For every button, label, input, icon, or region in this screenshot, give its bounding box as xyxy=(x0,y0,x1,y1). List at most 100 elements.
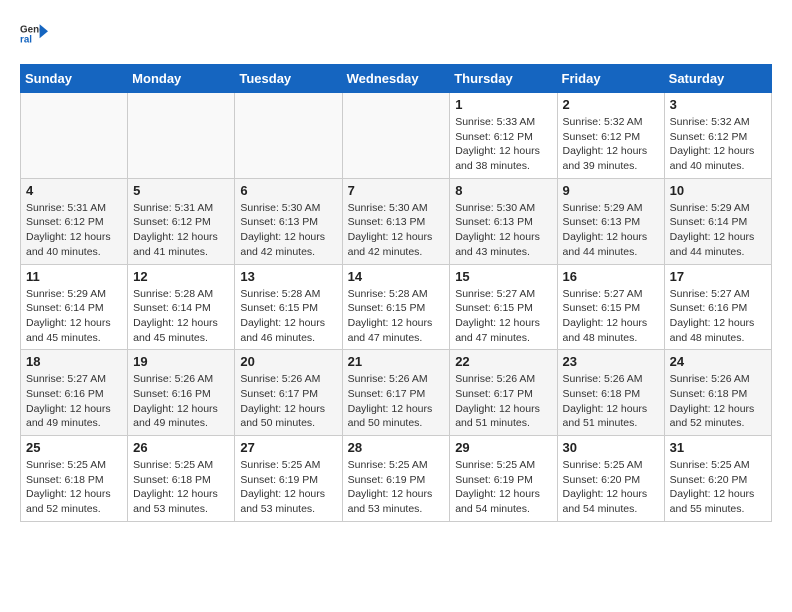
calendar-cell: 13 Sunrise: 5:28 AM Sunset: 6:15 PM Dayli… xyxy=(235,264,342,350)
calendar-cell: 27 Sunrise: 5:25 AM Sunset: 6:19 PM Dayli… xyxy=(235,436,342,522)
day-number: 9 xyxy=(563,183,659,198)
day-info: Sunrise: 5:31 AM Sunset: 6:12 PM Dayligh… xyxy=(26,201,122,260)
logo-icon: General xyxy=(20,20,48,48)
logo: General xyxy=(20,20,52,48)
day-info: Sunrise: 5:25 AM Sunset: 6:18 PM Dayligh… xyxy=(26,458,122,517)
weekday-header-sunday: Sunday xyxy=(21,65,128,93)
day-info: Sunrise: 5:28 AM Sunset: 6:15 PM Dayligh… xyxy=(240,287,336,346)
day-info: Sunrise: 5:26 AM Sunset: 6:17 PM Dayligh… xyxy=(348,372,445,431)
calendar-cell: 12 Sunrise: 5:28 AM Sunset: 6:14 PM Dayli… xyxy=(128,264,235,350)
calendar-cell: 21 Sunrise: 5:26 AM Sunset: 6:17 PM Dayli… xyxy=(342,350,450,436)
day-info: Sunrise: 5:27 AM Sunset: 6:16 PM Dayligh… xyxy=(26,372,122,431)
calendar-week-1: 1 Sunrise: 5:33 AM Sunset: 6:12 PM Daylig… xyxy=(21,93,772,179)
calendar-cell: 11 Sunrise: 5:29 AM Sunset: 6:14 PM Dayli… xyxy=(21,264,128,350)
day-number: 25 xyxy=(26,440,122,455)
day-info: Sunrise: 5:25 AM Sunset: 6:19 PM Dayligh… xyxy=(348,458,445,517)
page-header: General xyxy=(20,20,772,48)
day-info: Sunrise: 5:30 AM Sunset: 6:13 PM Dayligh… xyxy=(240,201,336,260)
calendar-cell: 6 Sunrise: 5:30 AM Sunset: 6:13 PM Daylig… xyxy=(235,178,342,264)
calendar-cell: 2 Sunrise: 5:32 AM Sunset: 6:12 PM Daylig… xyxy=(557,93,664,179)
day-info: Sunrise: 5:29 AM Sunset: 6:14 PM Dayligh… xyxy=(670,201,766,260)
calendar-cell: 4 Sunrise: 5:31 AM Sunset: 6:12 PM Daylig… xyxy=(21,178,128,264)
day-info: Sunrise: 5:25 AM Sunset: 6:20 PM Dayligh… xyxy=(563,458,659,517)
day-number: 27 xyxy=(240,440,336,455)
day-info: Sunrise: 5:26 AM Sunset: 6:16 PM Dayligh… xyxy=(133,372,229,431)
calendar-cell: 25 Sunrise: 5:25 AM Sunset: 6:18 PM Dayli… xyxy=(21,436,128,522)
calendar-cell: 31 Sunrise: 5:25 AM Sunset: 6:20 PM Dayli… xyxy=(664,436,771,522)
day-number: 18 xyxy=(26,354,122,369)
day-number: 11 xyxy=(26,269,122,284)
day-info: Sunrise: 5:25 AM Sunset: 6:19 PM Dayligh… xyxy=(455,458,551,517)
day-info: Sunrise: 5:27 AM Sunset: 6:15 PM Dayligh… xyxy=(455,287,551,346)
calendar-cell: 17Sunrise: 5:27 AM Sunset: 6:16 PM Dayli… xyxy=(664,264,771,350)
day-info: Sunrise: 5:25 AM Sunset: 6:19 PM Dayligh… xyxy=(240,458,336,517)
day-info: Sunrise: 5:26 AM Sunset: 6:17 PM Dayligh… xyxy=(455,372,551,431)
calendar-cell: 3Sunrise: 5:32 AM Sunset: 6:12 PM Daylig… xyxy=(664,93,771,179)
day-number: 23 xyxy=(563,354,659,369)
day-number: 10 xyxy=(670,183,766,198)
calendar-week-5: 25 Sunrise: 5:25 AM Sunset: 6:18 PM Dayli… xyxy=(21,436,772,522)
day-info: Sunrise: 5:33 AM Sunset: 6:12 PM Dayligh… xyxy=(455,115,551,174)
day-info: Sunrise: 5:31 AM Sunset: 6:12 PM Dayligh… xyxy=(133,201,229,260)
weekday-header-friday: Friday xyxy=(557,65,664,93)
day-info: Sunrise: 5:25 AM Sunset: 6:20 PM Dayligh… xyxy=(670,458,766,517)
day-info: Sunrise: 5:28 AM Sunset: 6:15 PM Dayligh… xyxy=(348,287,445,346)
day-number: 5 xyxy=(133,183,229,198)
calendar-cell: 24Sunrise: 5:26 AM Sunset: 6:18 PM Dayli… xyxy=(664,350,771,436)
day-number: 3 xyxy=(670,97,766,112)
calendar-week-3: 11 Sunrise: 5:29 AM Sunset: 6:14 PM Dayli… xyxy=(21,264,772,350)
calendar-cell: 15Sunrise: 5:27 AM Sunset: 6:15 PM Dayli… xyxy=(450,264,557,350)
day-info: Sunrise: 5:29 AM Sunset: 6:14 PM Dayligh… xyxy=(26,287,122,346)
weekday-header-wednesday: Wednesday xyxy=(342,65,450,93)
day-info: Sunrise: 5:25 AM Sunset: 6:18 PM Dayligh… xyxy=(133,458,229,517)
calendar-cell: 19 Sunrise: 5:26 AM Sunset: 6:16 PM Dayli… xyxy=(128,350,235,436)
day-number: 26 xyxy=(133,440,229,455)
calendar-cell: 10 Sunrise: 5:29 AM Sunset: 6:14 PM Dayli… xyxy=(664,178,771,264)
day-number: 21 xyxy=(348,354,445,369)
day-number: 16 xyxy=(563,269,659,284)
day-number: 13 xyxy=(240,269,336,284)
weekday-header-saturday: Saturday xyxy=(664,65,771,93)
day-info: Sunrise: 5:30 AM Sunset: 6:13 PM Dayligh… xyxy=(455,201,551,260)
day-info: Sunrise: 5:26 AM Sunset: 6:18 PM Dayligh… xyxy=(670,372,766,431)
day-number: 31 xyxy=(670,440,766,455)
day-info: Sunrise: 5:26 AM Sunset: 6:18 PM Dayligh… xyxy=(563,372,659,431)
calendar-cell: 14 Sunrise: 5:28 AM Sunset: 6:15 PM Dayli… xyxy=(342,264,450,350)
calendar-cell: 30 Sunrise: 5:25 AM Sunset: 6:20 PM Dayli… xyxy=(557,436,664,522)
day-info: Sunrise: 5:27 AM Sunset: 6:15 PM Dayligh… xyxy=(563,287,659,346)
calendar-week-4: 18 Sunrise: 5:27 AM Sunset: 6:16 PM Dayli… xyxy=(21,350,772,436)
calendar-cell: 1 Sunrise: 5:33 AM Sunset: 6:12 PM Daylig… xyxy=(450,93,557,179)
calendar-table: SundayMondayTuesdayWednesdayThursdayFrid… xyxy=(20,64,772,522)
calendar-cell xyxy=(342,93,450,179)
weekday-header-row: SundayMondayTuesdayWednesdayThursdayFrid… xyxy=(21,65,772,93)
day-number: 28 xyxy=(348,440,445,455)
day-info: Sunrise: 5:30 AM Sunset: 6:13 PM Dayligh… xyxy=(348,201,445,260)
calendar-cell: 20 Sunrise: 5:26 AM Sunset: 6:17 PM Dayli… xyxy=(235,350,342,436)
weekday-header-monday: Monday xyxy=(128,65,235,93)
day-number: 14 xyxy=(348,269,445,284)
calendar-cell: 5 Sunrise: 5:31 AM Sunset: 6:12 PM Daylig… xyxy=(128,178,235,264)
calendar-cell: 8 Sunrise: 5:30 AM Sunset: 6:13 PM Daylig… xyxy=(450,178,557,264)
calendar-cell: 18 Sunrise: 5:27 AM Sunset: 6:16 PM Dayli… xyxy=(21,350,128,436)
day-number: 17 xyxy=(670,269,766,284)
weekday-header-tuesday: Tuesday xyxy=(235,65,342,93)
day-number: 8 xyxy=(455,183,551,198)
calendar-cell: 9Sunrise: 5:29 AM Sunset: 6:13 PM Daylig… xyxy=(557,178,664,264)
day-number: 12 xyxy=(133,269,229,284)
day-number: 4 xyxy=(26,183,122,198)
day-info: Sunrise: 5:26 AM Sunset: 6:17 PM Dayligh… xyxy=(240,372,336,431)
day-number: 30 xyxy=(563,440,659,455)
day-number: 1 xyxy=(455,97,551,112)
calendar-cell: 28 Sunrise: 5:25 AM Sunset: 6:19 PM Dayli… xyxy=(342,436,450,522)
calendar-cell xyxy=(128,93,235,179)
day-number: 6 xyxy=(240,183,336,198)
calendar-cell xyxy=(235,93,342,179)
day-number: 20 xyxy=(240,354,336,369)
day-info: Sunrise: 5:32 AM Sunset: 6:12 PM Dayligh… xyxy=(563,115,659,174)
calendar-cell: 7 Sunrise: 5:30 AM Sunset: 6:13 PM Daylig… xyxy=(342,178,450,264)
day-number: 2 xyxy=(563,97,659,112)
calendar-cell: 29Sunrise: 5:25 AM Sunset: 6:19 PM Dayli… xyxy=(450,436,557,522)
day-number: 19 xyxy=(133,354,229,369)
day-info: Sunrise: 5:28 AM Sunset: 6:14 PM Dayligh… xyxy=(133,287,229,346)
day-number: 7 xyxy=(348,183,445,198)
